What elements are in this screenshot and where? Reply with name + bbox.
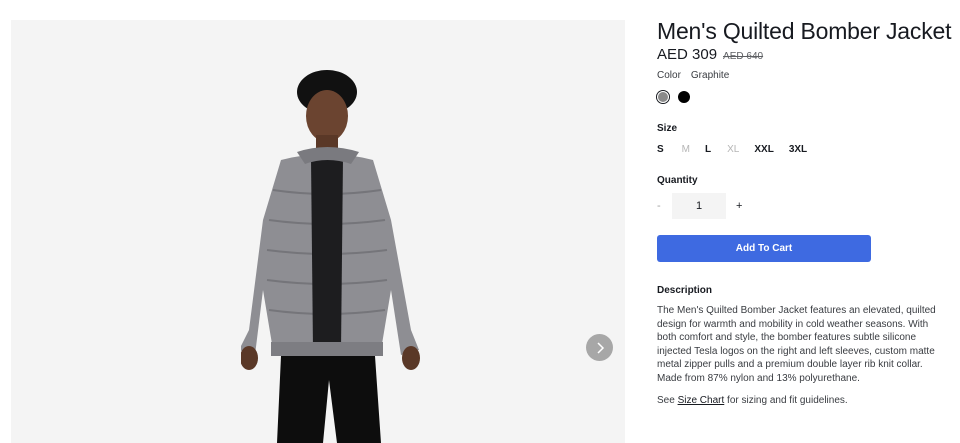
product-photo [241, 70, 420, 443]
size-option-s[interactable]: S [657, 144, 664, 155]
color-label: Color [657, 70, 681, 81]
size-option-xl[interactable]: XL [727, 144, 739, 155]
current-price: AED 309 [657, 46, 718, 63]
next-image-button[interactable] [586, 334, 613, 361]
price-row: AED 309 AED 640 [657, 46, 763, 63]
swatch-graphite[interactable] [657, 91, 669, 103]
size-chart-link[interactable]: Size Chart [678, 395, 725, 406]
chevron-right-icon [596, 341, 604, 354]
size-option-xxl[interactable]: XXL [754, 144, 773, 155]
increase-quantity-button[interactable]: + [736, 200, 751, 212]
color-selection: Color Graphite [657, 70, 729, 81]
quantity-stepper: - + [657, 193, 751, 219]
description-text: The Men's Quilted Bomber Jacket features… [657, 305, 936, 384]
quantity-label: Quantity [657, 175, 698, 186]
selected-color-name: Graphite [690, 70, 730, 81]
size-option-3xl[interactable]: 3XL [789, 144, 807, 155]
size-chart-note: See Size Chart for sizing and fit guidel… [657, 395, 848, 406]
product-details-panel: Men's Quilted Bomber Jacket AED 309 AED … [657, 0, 952, 443]
decrease-quantity-button[interactable]: - [657, 200, 672, 212]
product-title: Men's Quilted Bomber Jacket [657, 18, 952, 44]
quantity-input[interactable] [672, 193, 726, 219]
size-option-l[interactable]: L [705, 144, 711, 155]
swatch-black[interactable] [678, 91, 690, 103]
color-swatches [657, 91, 690, 103]
size-chart-prefix: See [657, 395, 678, 406]
size-chart-suffix: for sizing and fit guidelines. [724, 395, 848, 406]
original-price: AED 640 [723, 51, 764, 62]
size-option-m[interactable]: M [682, 144, 690, 155]
size-label: Size [657, 123, 678, 134]
description-heading: Description [657, 285, 713, 296]
add-to-cart-button[interactable]: Add To Cart [657, 235, 871, 262]
product-image-gallery [11, 20, 625, 443]
size-options: S M L XL XXL 3XL [657, 144, 807, 155]
